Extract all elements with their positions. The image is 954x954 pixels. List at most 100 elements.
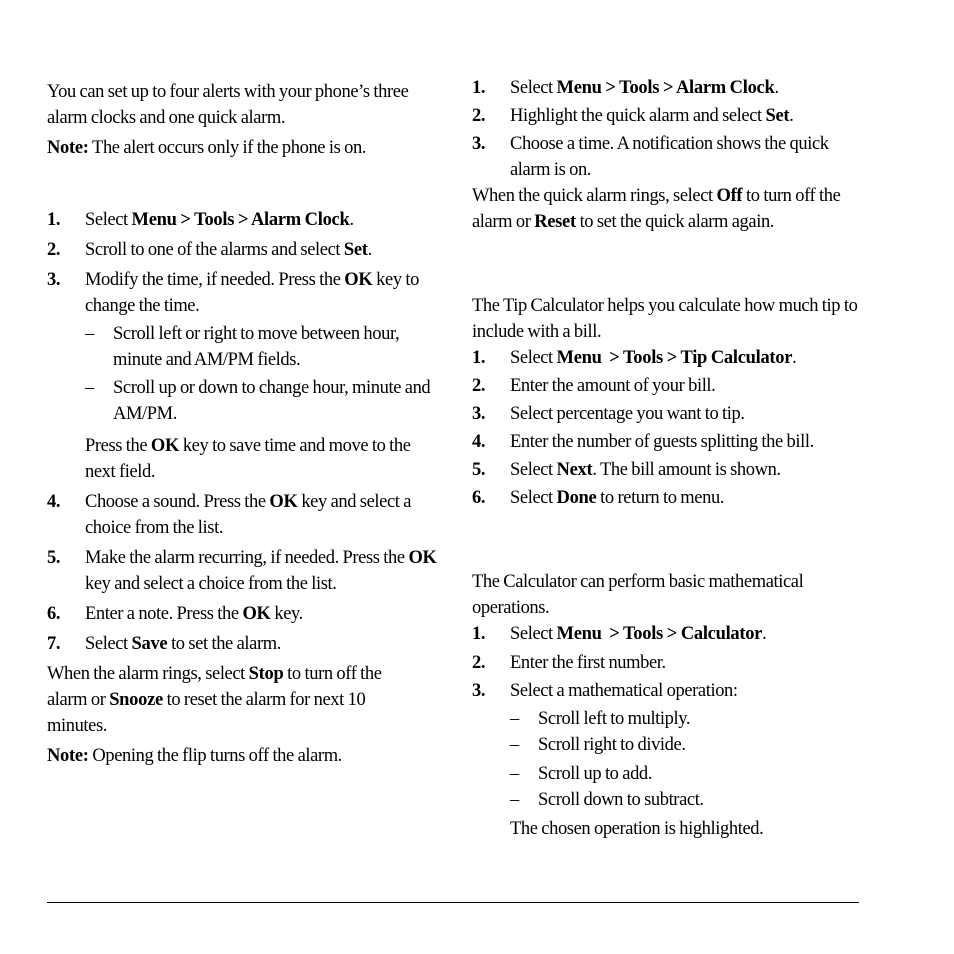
- tip-step-5: 5. Select Next. The bill amount is shown…: [472, 457, 862, 483]
- menu-path: Menu > Tools > Alarm Clock: [556, 78, 775, 98]
- step-text-end: .: [792, 348, 797, 368]
- footer-divider: [47, 902, 859, 903]
- sub-item-text: Scroll left or right to move between hou…: [113, 324, 400, 370]
- quick-alarm-section: 1. Select Menu > Tools > Alarm Clock. 2.…: [472, 75, 862, 842]
- menu-path: Menu > Tools > Alarm Clock: [131, 210, 350, 230]
- step-number: 6.: [472, 488, 486, 508]
- step-number: 3.: [472, 404, 486, 424]
- alarm-step-6: 6. Enter a note. Press the OK key.: [47, 601, 437, 627]
- rings-text: When the quick alarm rings, select: [472, 186, 717, 206]
- step-text: Enter a note. Press the: [85, 604, 243, 624]
- tip-intro: The Tip Calculator helps you calculate h…: [472, 296, 858, 342]
- step-text: Modify the time, if needed. Press the: [85, 270, 345, 290]
- step-text-end: to set the alarm.: [167, 634, 281, 654]
- step-number: 2.: [472, 106, 486, 126]
- menu-path: Menu > Tools > Tip Calculator: [556, 348, 793, 368]
- sub-item: – Scroll up or down to change hour, minu…: [85, 375, 437, 427]
- sub-item: – Scroll up to add.: [510, 761, 862, 787]
- key-label: OK: [269, 492, 298, 512]
- dash-bullet: –: [510, 709, 519, 729]
- step-number: 4.: [472, 432, 486, 452]
- step-number: 2.: [472, 653, 486, 673]
- calc-step-2: 2. Enter the first number.: [472, 650, 862, 676]
- step-text: Select percentage you want to tip.: [510, 404, 745, 424]
- key-label: Snooze: [109, 690, 163, 710]
- rings-text-end: to set the quick alarm again.: [575, 212, 775, 232]
- step-number: 2.: [47, 240, 61, 260]
- step-text-end: .: [774, 78, 779, 98]
- note-label: Note:: [47, 746, 89, 766]
- step-text-end: to return to menu.: [596, 488, 725, 508]
- dash-bullet: –: [85, 324, 94, 344]
- dash-bullet: –: [510, 790, 519, 810]
- key-label: Set: [765, 106, 790, 126]
- sub-item: – Scroll left to multiply.: [510, 706, 862, 732]
- calc-intro: The Calculator can perform basic mathema…: [472, 572, 804, 618]
- step-number: 5.: [47, 548, 61, 568]
- sub-item: – Scroll left or right to move between h…: [85, 321, 437, 373]
- step-text: Enter the number of guests splitting the…: [510, 432, 814, 452]
- step-text-end: key and select a choice from the list.: [85, 574, 337, 594]
- dash-bullet: –: [85, 378, 94, 398]
- step-number: 3.: [472, 134, 486, 154]
- step-text: Choose a sound. Press the: [85, 492, 270, 512]
- step-text: Enter the first number.: [510, 653, 666, 673]
- key-label: Stop: [248, 664, 284, 684]
- dash-bullet: –: [510, 764, 519, 784]
- sub-item: – Scroll right to divide.: [510, 732, 862, 758]
- note-text: Opening the flip turns off the alarm.: [88, 746, 342, 766]
- step-number: 5.: [472, 460, 486, 480]
- step-text: Select a mathematical operation:: [510, 681, 738, 701]
- step-text-end: .: [789, 106, 794, 126]
- step-text-end: .: [762, 624, 767, 644]
- key-label: OK: [242, 604, 271, 624]
- rings-text: When the alarm rings, select: [47, 664, 249, 684]
- dash-bullet: –: [510, 735, 519, 755]
- key-label: OK: [150, 436, 180, 456]
- alarm-intro: You can set up to four alerts with your …: [47, 82, 409, 128]
- sub-item: – Scroll down to subtract.: [510, 787, 862, 813]
- step-text: Choose a time. A notification shows the …: [510, 134, 829, 180]
- key-label: Set: [343, 240, 368, 260]
- quick-rings-paragraph: When the quick alarm rings, select Off t…: [472, 183, 862, 235]
- step-text: Select: [510, 348, 557, 368]
- menu-path: Menu > Tools > Calculator: [556, 624, 763, 644]
- key-label: Done: [556, 488, 597, 508]
- sub-item-text: Scroll up or down to change hour, minute…: [113, 378, 431, 424]
- alarm-step-1: 1. Select Menu > Tools > Alarm Clock.: [47, 207, 437, 233]
- sub-item-text: Scroll up to add.: [538, 764, 652, 784]
- key-label: OK: [344, 270, 373, 290]
- key-label: Reset: [534, 212, 576, 232]
- calc-step-3: 3. Select a mathematical operation: – Sc…: [472, 678, 862, 842]
- step-text: Select: [510, 624, 557, 644]
- tip-step-2: 2. Enter the amount of your bill.: [472, 373, 862, 399]
- step-text: Select: [85, 210, 132, 230]
- note-text: The alert occurs only if the phone is on…: [88, 138, 367, 158]
- quick-step-3: 3. Choose a time. A notification shows t…: [472, 131, 862, 183]
- alarm-step-7: 7. Select Save to set the alarm.: [47, 631, 437, 657]
- alarm-note: Note: The alert occurs only if the phone…: [47, 135, 437, 161]
- step-text: Select: [510, 78, 557, 98]
- step-number: 3.: [47, 270, 61, 290]
- step-text: Select: [510, 460, 557, 480]
- step-text: Select: [85, 634, 132, 654]
- step-number: 1.: [472, 348, 486, 368]
- alarm-step-2: 2. Scroll to one of the alarms and selec…: [47, 237, 437, 263]
- tip-step-3: 3. Select percentage you want to tip.: [472, 401, 862, 427]
- key-label: Save: [131, 634, 168, 654]
- step-text-end: .: [367, 240, 373, 260]
- key-label: Next: [556, 460, 593, 480]
- alarm-step-3: 3. Modify the time, if needed. Press the…: [47, 267, 437, 485]
- calc-followup: The chosen operation is highlighted.: [510, 819, 764, 839]
- step-number: 3.: [472, 681, 486, 701]
- step-text-end: key.: [270, 604, 303, 624]
- step-number: 7.: [47, 634, 61, 654]
- quick-step-2: 2. Highlight the quick alarm and select …: [472, 103, 862, 129]
- flip-note: Note: Opening the flip turns off the ala…: [47, 743, 437, 769]
- step-text: Enter the amount of your bill.: [510, 376, 716, 396]
- step-number: 4.: [47, 492, 61, 512]
- key-label: Off: [716, 186, 743, 206]
- followup-text: Press the: [85, 436, 151, 456]
- note-label: Note:: [47, 138, 89, 158]
- step-followup: Press the OK key to save time and move t…: [85, 433, 437, 485]
